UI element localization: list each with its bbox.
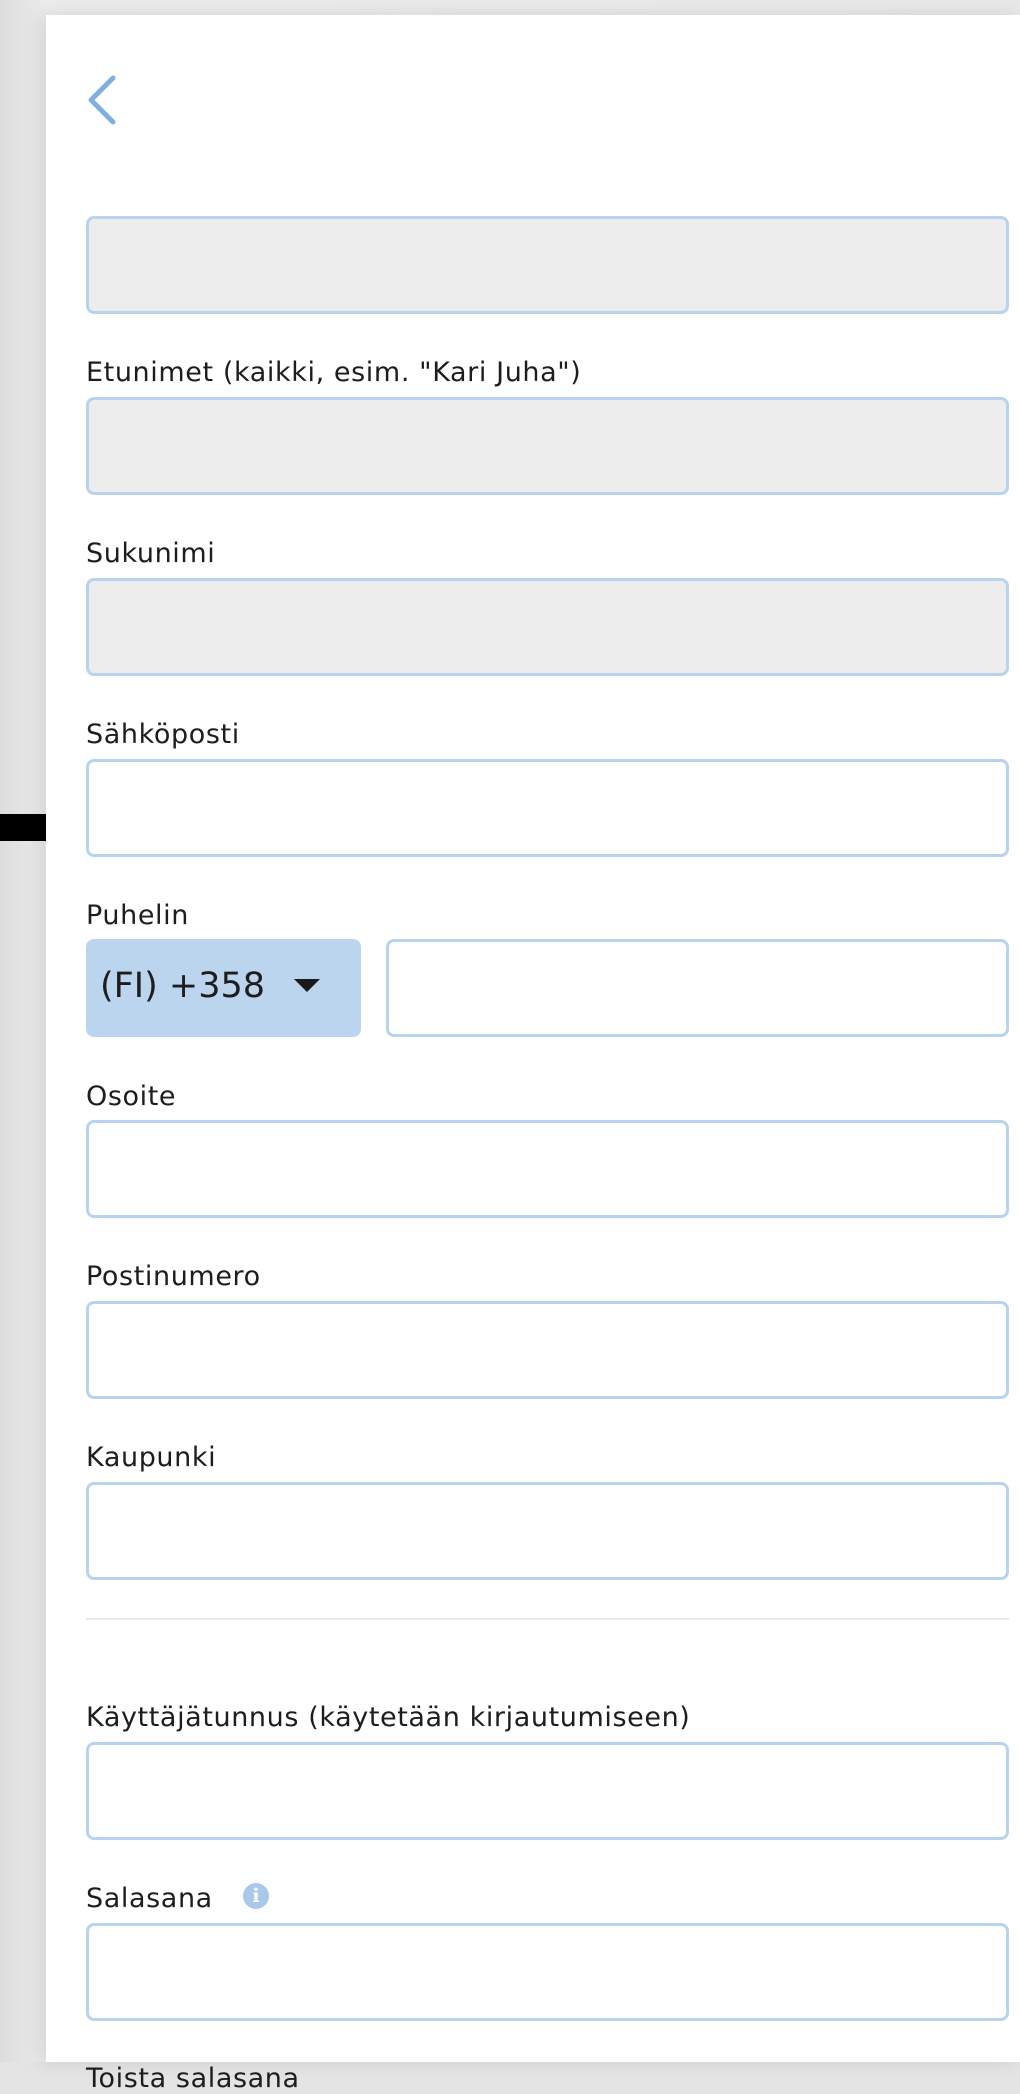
first-names-field[interactable] xyxy=(86,397,1009,495)
phone-country-code: (FI) +358 xyxy=(100,966,266,1006)
email-field[interactable] xyxy=(86,759,1009,857)
password-label: Salasana xyxy=(86,1883,213,1914)
phone-country-select[interactable]: (FI) +358 xyxy=(86,939,361,1037)
top-disabled-field[interactable] xyxy=(86,216,1009,314)
email-label: Sähköposti xyxy=(86,719,240,750)
city-label: Kaupunki xyxy=(86,1442,217,1473)
postal-code-field[interactable] xyxy=(86,1301,1009,1399)
city-field[interactable] xyxy=(86,1482,1009,1580)
last-name-label: Sukunimi xyxy=(86,538,216,569)
postal-code-label: Postinumero xyxy=(86,1261,261,1292)
username-label: Käyttäjätunnus (käytetään kirjautumiseen… xyxy=(86,1702,691,1733)
section-divider xyxy=(86,1618,1009,1620)
address-label: Osoite xyxy=(86,1081,177,1112)
address-field[interactable] xyxy=(86,1120,1009,1218)
registration-panel: Etunimet (kaikki, esim. "Kari Juha") Suk… xyxy=(46,15,1020,2094)
backdrop-element xyxy=(0,814,47,841)
info-icon[interactable]: i xyxy=(243,1883,269,1909)
caret-down-icon xyxy=(294,979,320,992)
password-field[interactable] xyxy=(86,1923,1009,2021)
username-field[interactable] xyxy=(86,1742,1009,1840)
chevron-left-icon xyxy=(88,75,116,125)
back-button[interactable] xyxy=(81,70,131,130)
last-name-field[interactable] xyxy=(86,578,1009,676)
first-names-label: Etunimet (kaikki, esim. "Kari Juha") xyxy=(86,357,582,388)
repeat-password-label: Toista salasana xyxy=(86,2063,300,2094)
phone-label: Puhelin xyxy=(86,900,189,931)
phone-number-field[interactable] xyxy=(386,939,1009,1037)
